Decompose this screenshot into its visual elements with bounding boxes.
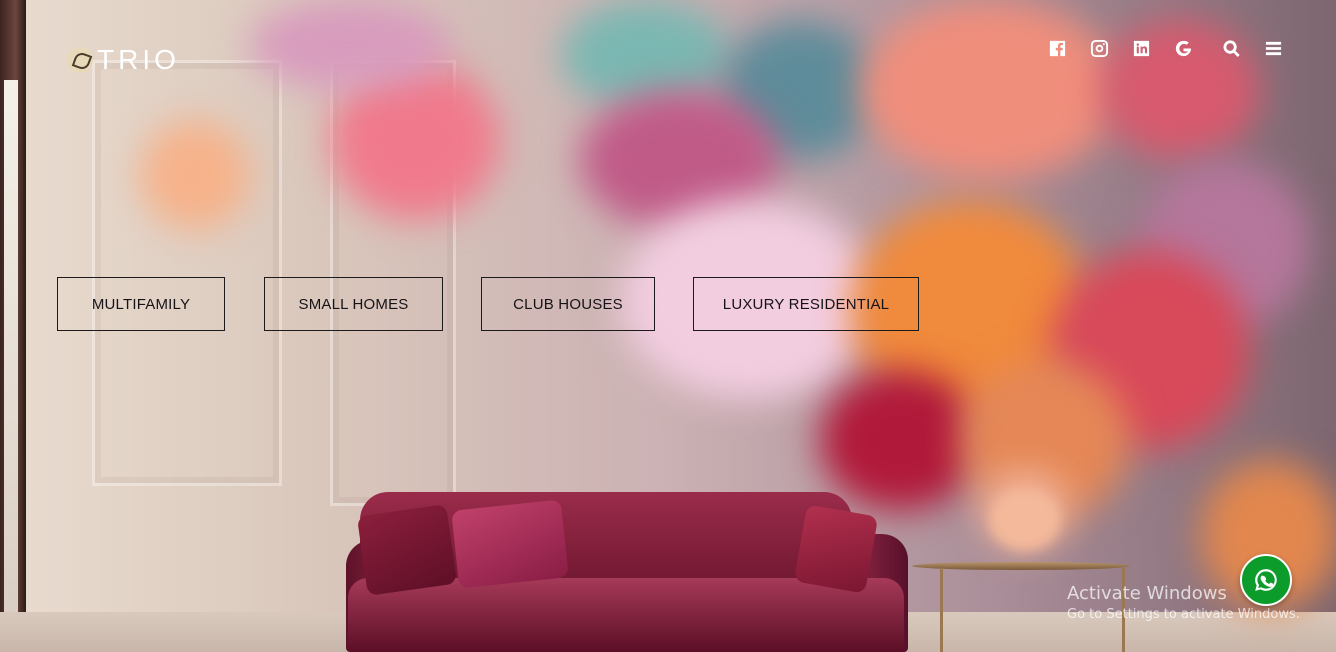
search-icon[interactable] xyxy=(1220,37,1242,59)
logo-icon xyxy=(67,47,93,73)
watermark-subtitle: Go to Settings to activate Windows. xyxy=(1067,607,1300,622)
site-logo[interactable]: TRIO xyxy=(67,44,180,76)
category-button-small-homes[interactable]: SMALL HOMES xyxy=(264,277,443,331)
category-button-luxury-residential[interactable]: LUXURY RESIDENTIAL xyxy=(693,277,919,331)
category-button-multifamily[interactable]: MULTIFAMILY xyxy=(57,277,225,331)
facebook-icon[interactable] xyxy=(1046,37,1068,59)
whatsapp-icon xyxy=(1255,569,1277,591)
instagram-icon[interactable] xyxy=(1088,37,1110,59)
google-icon[interactable] xyxy=(1172,37,1194,59)
window-frame xyxy=(0,0,26,652)
side-table xyxy=(912,562,1130,570)
whatsapp-button[interactable] xyxy=(1240,554,1292,606)
linkedin-icon[interactable] xyxy=(1130,37,1152,59)
logo-text: TRIO xyxy=(97,44,180,75)
header-icons xyxy=(1046,37,1284,59)
category-button-club-houses[interactable]: CLUB HOUSES xyxy=(481,277,655,331)
menu-icon[interactable] xyxy=(1262,37,1284,59)
